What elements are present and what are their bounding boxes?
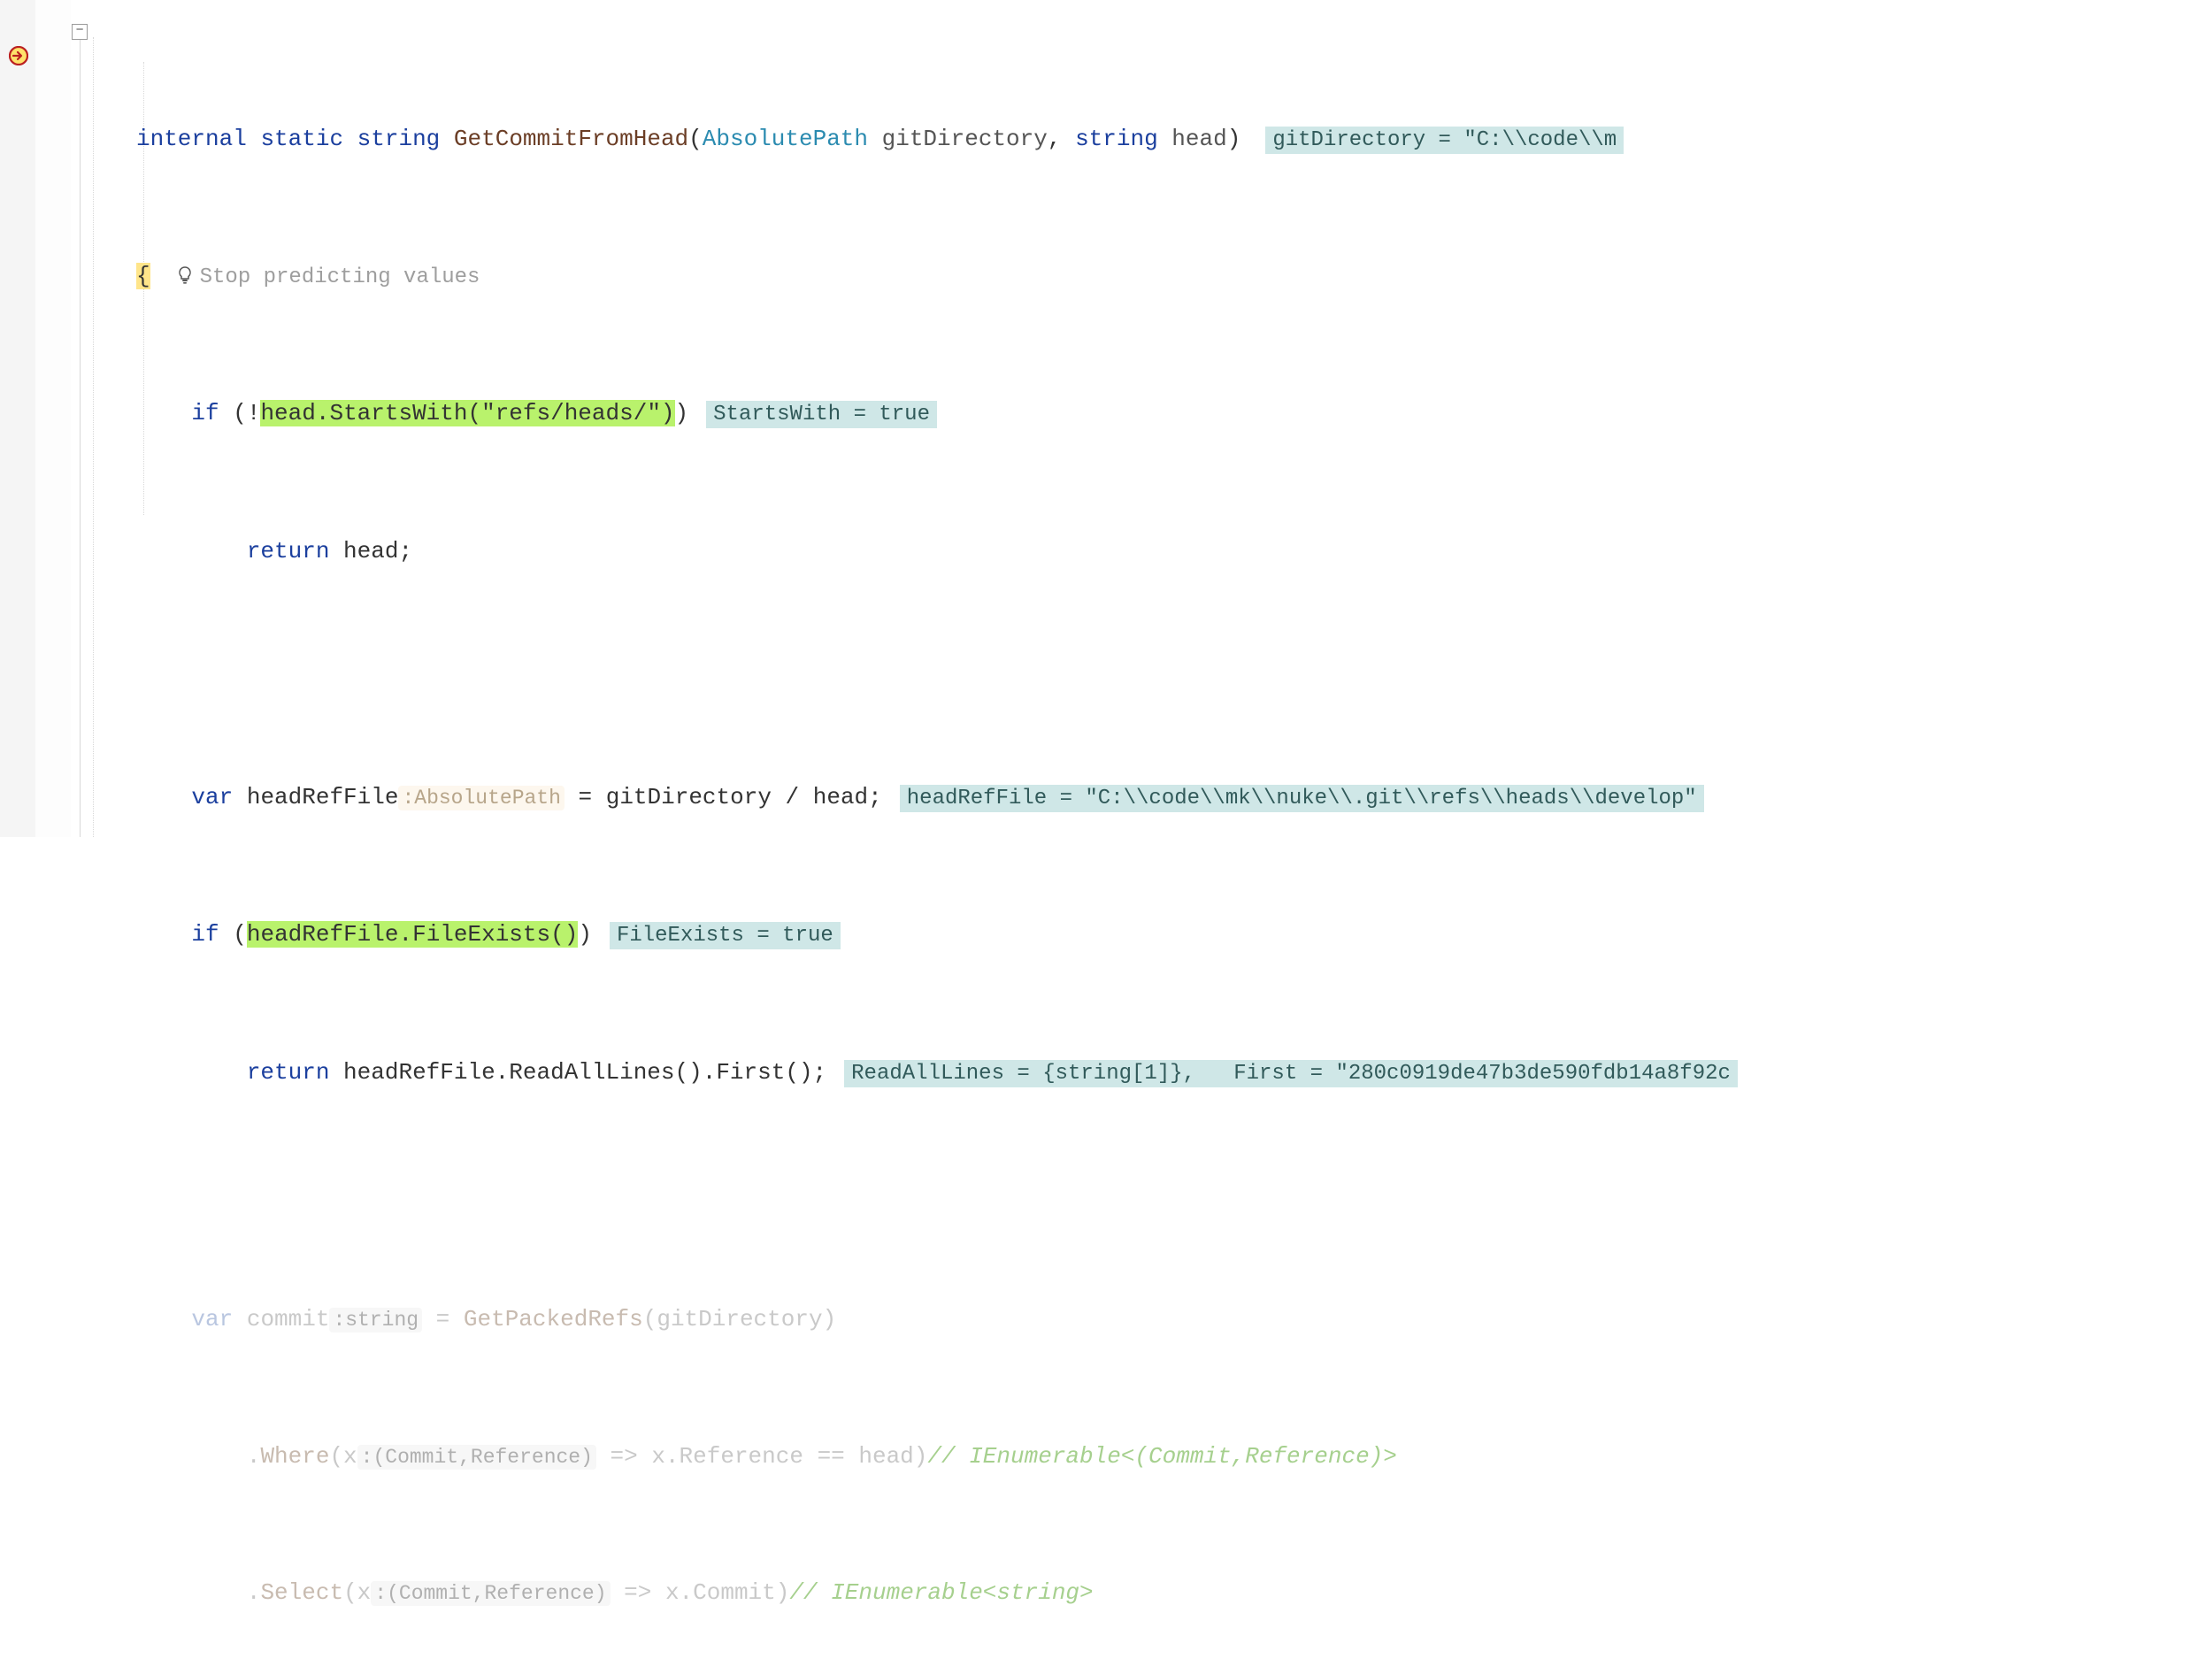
predict-values-hint[interactable]: Stop predicting values: [200, 265, 480, 289]
inline-debug-value[interactable]: ReadAllLines = {string[1]}, First = "280…: [844, 1060, 1738, 1087]
code-editor[interactable]: internal static string GetCommitFromHead…: [88, 16, 2212, 1674]
blank-line: [88, 647, 2212, 674]
keyword: if: [191, 921, 219, 948]
param: gitDirectory: [882, 126, 1048, 152]
text-dim: =: [422, 1306, 464, 1332]
fold-line: [80, 37, 81, 837]
text-dim: commit: [233, 1306, 329, 1332]
text-dim: (gitDirectory): [643, 1306, 836, 1332]
text-dim: => x.Commit): [611, 1579, 790, 1606]
breakpoint-gutter[interactable]: [0, 0, 35, 837]
code-line[interactable]: return headRefFile.ReadAllLines().First(…: [88, 1059, 2212, 1087]
param: head: [1171, 126, 1226, 152]
type-hint: :string: [329, 1308, 422, 1332]
keyword: return: [247, 1059, 330, 1086]
execution-pointer-icon[interactable]: [9, 46, 28, 65]
code-line[interactable]: .Select(x:(Commit,Reference) => x.Commit…: [88, 1579, 2212, 1607]
text-dim: .: [191, 1579, 260, 1606]
code-line[interactable]: if (headRefFile.FileExists()) FileExists …: [88, 921, 2212, 949]
method-name: GetCommitFromHead: [454, 126, 688, 152]
keyword: return: [247, 538, 330, 564]
keyword: static: [260, 126, 343, 152]
paren: ): [675, 400, 689, 426]
code-line[interactable]: var headRefFile:AbsolutePath = gitDirect…: [88, 784, 2212, 812]
blank-line: [88, 1169, 2212, 1196]
inline-comment: // IEnumerable<string>: [789, 1579, 1093, 1606]
code-line[interactable]: return head;: [88, 538, 2212, 565]
text: (: [219, 921, 247, 948]
brace: {: [136, 263, 150, 289]
markers-gutter[interactable]: [35, 0, 72, 837]
type-hint: :AbsolutePath: [398, 786, 564, 810]
inline-comment: // IEnumerable<(Commit,Reference)>: [927, 1443, 1397, 1470]
text-dim: .: [191, 1443, 260, 1470]
lightbulb-icon[interactable]: [175, 265, 195, 285]
paren: (: [688, 126, 703, 152]
keyword-dim: var: [191, 1306, 233, 1332]
text: head;: [329, 538, 412, 564]
inline-debug-value[interactable]: headRefFile = "C:\\code\\mk\\nuke\\.git\…: [900, 785, 1704, 812]
method-dim: Where: [260, 1443, 329, 1470]
code-line[interactable]: if (!head.StartsWith("refs/heads/")) Star…: [88, 400, 2212, 428]
text: headRefFile: [233, 784, 398, 810]
method-dim: GetPackedRefs: [464, 1306, 643, 1332]
keyword: string: [357, 126, 441, 152]
code-line[interactable]: .Where(x:(Commit,Reference) => x.Referen…: [88, 1443, 2212, 1471]
keyword: string: [1075, 126, 1158, 152]
text-dim: (x: [343, 1579, 371, 1606]
text: = gitDirectory / head;: [565, 784, 882, 810]
code-line[interactable]: { Stop predicting values: [88, 263, 2212, 291]
text: headRefFile.ReadAllLines().First();: [329, 1059, 826, 1086]
inline-debug-value[interactable]: FileExists = true: [610, 922, 841, 949]
code-line[interactable]: internal static string GetCommitFromHead…: [88, 126, 2212, 154]
inline-debug-value[interactable]: gitDirectory = "C:\\code\\m: [1265, 127, 1624, 154]
type-hint: :(Commit,Reference): [371, 1581, 610, 1606]
inline-debug-value[interactable]: StartsWith = true: [706, 401, 937, 428]
comma: ,: [1048, 126, 1075, 152]
fold-toggle-collapse[interactable]: −: [72, 24, 88, 40]
text: (!: [219, 400, 261, 426]
highlighted-expression: headRefFile.FileExists(): [247, 921, 578, 948]
code-line[interactable]: var commit:string = GetPackedRefs(gitDir…: [88, 1306, 2212, 1333]
text-dim: (x: [329, 1443, 357, 1470]
paren: ): [1227, 126, 1241, 152]
method-dim: Select: [260, 1579, 343, 1606]
text-dim: => x.Reference == head): [596, 1443, 927, 1470]
paren: ): [578, 921, 592, 948]
type-hint: :(Commit,Reference): [357, 1445, 596, 1470]
highlighted-expression: head.StartsWith("refs/heads/"): [260, 400, 674, 426]
keyword: var: [191, 784, 233, 810]
keyword: if: [191, 400, 219, 426]
keyword: internal: [136, 126, 247, 152]
type: AbsolutePath: [703, 126, 868, 152]
